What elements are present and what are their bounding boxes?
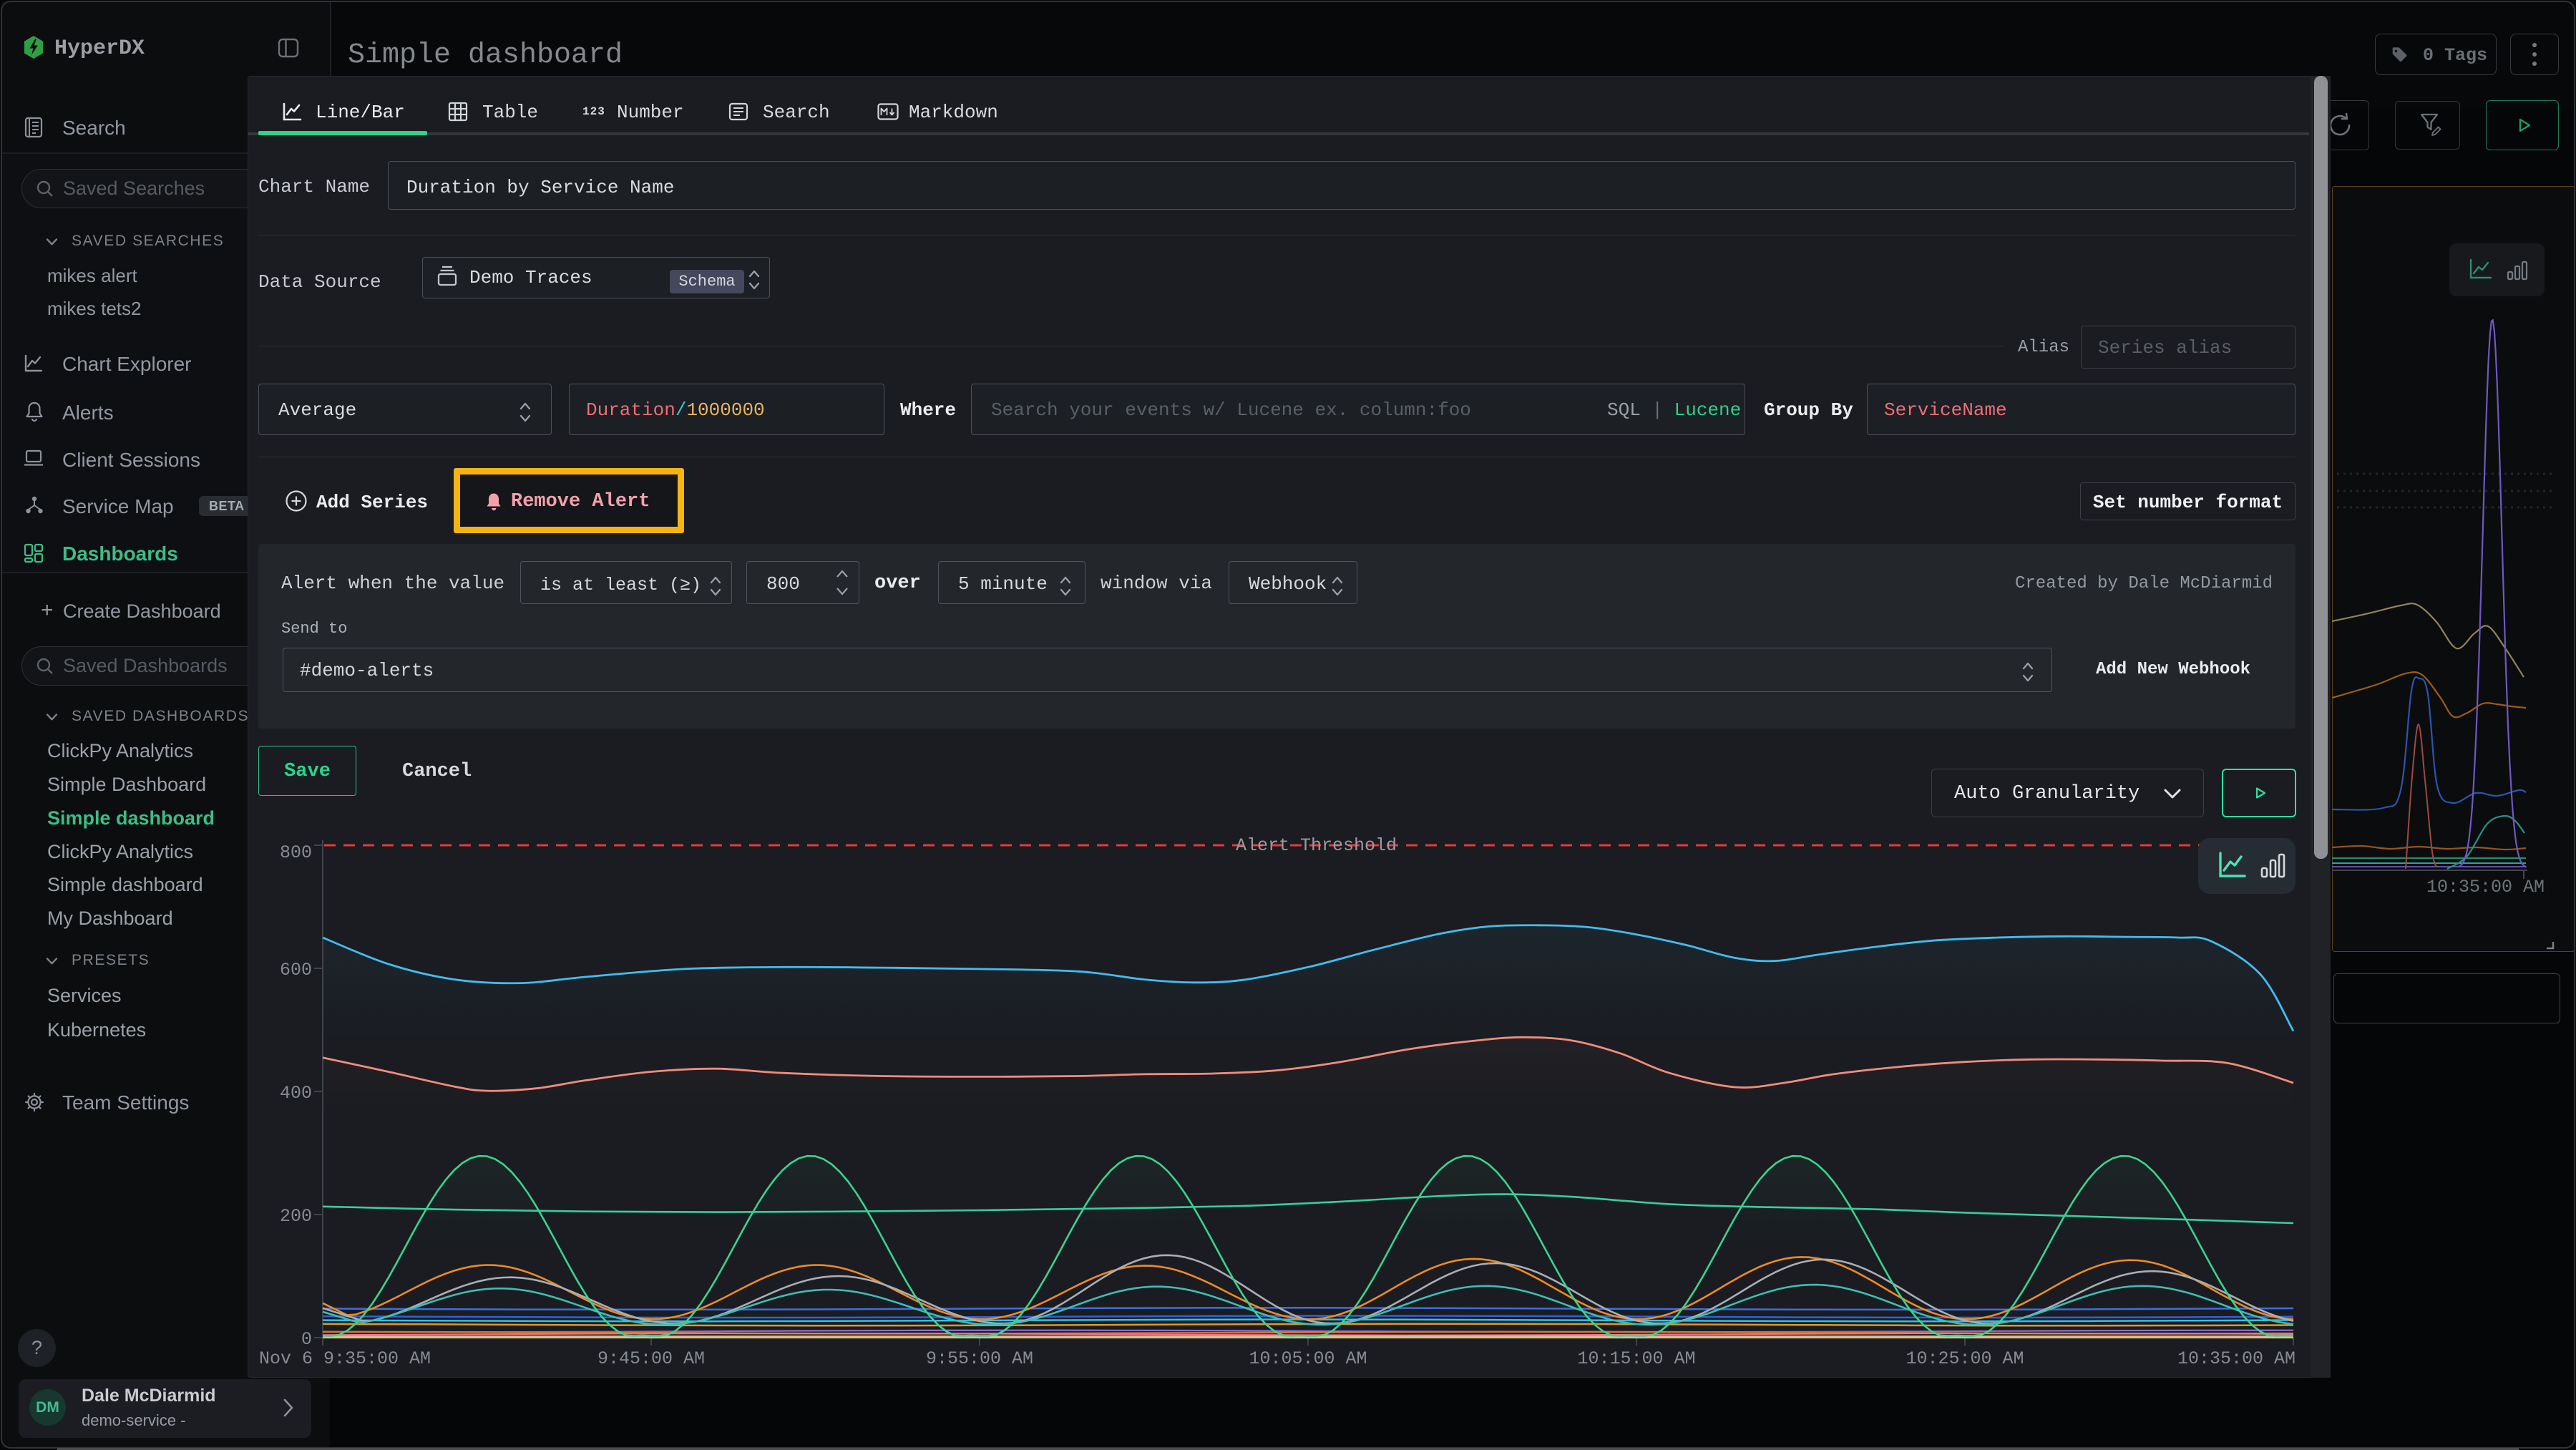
- svg-text:0: 0: [301, 1329, 312, 1350]
- svg-text:10:15:00 AM: 10:15:00 AM: [1577, 1348, 1695, 1369]
- svg-text:9:45:00 AM: 9:45:00 AM: [597, 1348, 705, 1369]
- svg-text:10:05:00 AM: 10:05:00 AM: [1249, 1348, 1367, 1369]
- svg-text:10:25:00 AM: 10:25:00 AM: [1906, 1348, 2024, 1369]
- svg-text:10:35:00 AM: 10:35:00 AM: [2177, 1348, 2296, 1369]
- svg-text:Alert Threshold: Alert Threshold: [1236, 835, 1397, 856]
- svg-text:600: 600: [280, 960, 312, 981]
- svg-text:Nov 6 9:35:00 AM: Nov 6 9:35:00 AM: [259, 1348, 431, 1369]
- svg-text:200: 200: [280, 1206, 312, 1227]
- svg-text:800: 800: [280, 842, 312, 863]
- svg-text:400: 400: [280, 1083, 312, 1104]
- svg-text:9:55:00 AM: 9:55:00 AM: [926, 1348, 1033, 1369]
- svg-text:10:35:00 AM: 10:35:00 AM: [2426, 877, 2545, 897]
